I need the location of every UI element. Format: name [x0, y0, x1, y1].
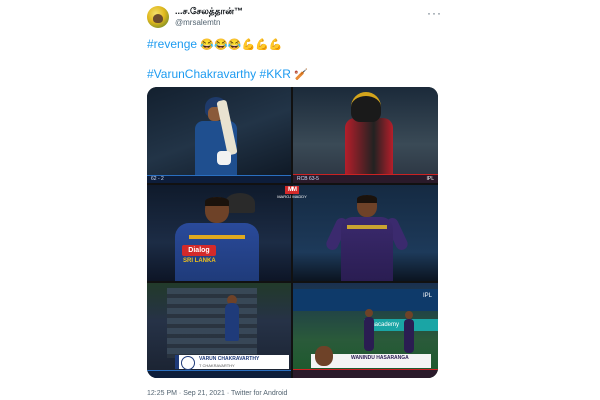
rcb-player-figure — [343, 92, 397, 182]
lower-third-hasaranga: WANINDU HASARANGA — [311, 346, 431, 368]
media-panel-field: IPL unacademy WANINDU HASARANGA — [293, 283, 438, 378]
media-panel-srilanka-player: Dialog SRI LANKA — [147, 185, 291, 281]
scorebar-text: 62 - 2 — [151, 176, 164, 182]
more-options-icon[interactable]: ··· — [427, 6, 442, 20]
lower-third-sub: T CHAKRAVARTHY — [199, 363, 235, 368]
walker-figure — [225, 303, 239, 341]
stadium-board: IPL — [293, 289, 438, 311]
tweet-time[interactable]: 12:25 PM — [147, 390, 177, 397]
media-panel-batsman: 62 - 2 — [147, 87, 291, 183]
watermark-logo: MM — [285, 186, 299, 194]
avatar[interactable] — [147, 6, 169, 28]
board-text: IPL — [422, 293, 432, 299]
media-panel-rcb-player: RCB 63-5 IPL — [293, 87, 438, 183]
media-panel-walkout: VARUN CHAKRAVARTHY T CHAKRAVARTHY — [147, 283, 291, 378]
tweet: ...ச.சேலத்தான்™ @mrsalemtn ··· #revenge … — [0, 0, 600, 400]
players-group — [353, 309, 423, 359]
sponsor-dialog: Dialog — [182, 245, 216, 256]
author-handle[interactable]: @mrsalemtn — [175, 18, 220, 27]
lower-third-varun: VARUN CHAKRAVARTHY T CHAKRAVARTHY — [175, 355, 289, 370]
media-collage[interactable]: 62 - 2 RCB 63-5 IPL Dialog SRI LANKA VAR… — [147, 87, 438, 378]
bcci-logo-icon — [181, 356, 195, 370]
tweet-text-line-1: #revenge 😂😂😂💪💪💪 — [147, 37, 283, 51]
tweet-header: ...ச.சேலத்தான்™ @mrsalemtn ··· — [147, 4, 442, 30]
batsman-figure — [187, 97, 238, 183]
tweet-date[interactable]: Sep 21, 2021 — [183, 390, 225, 397]
hashtag-varunchakravarthy[interactable]: #VarunChakravarthy — [147, 67, 256, 81]
lower-third-name: VARUN CHAKRAVARTHY — [199, 356, 260, 362]
ipl-badge: IPL — [426, 176, 434, 182]
media-panel-kkr-celebration — [293, 185, 438, 281]
scorebar-rcb: RCB 63-5 IPL — [293, 174, 438, 183]
meta-separator-2: · — [226, 390, 230, 397]
jersey-text: SRI LANKA — [183, 258, 216, 264]
author-name[interactable]: ...ச.சேலத்தான்™ — [175, 6, 243, 18]
watermark-text: MAROJ MADDY — [277, 194, 307, 199]
tweet-meta: 12:25 PM · Sep 21, 2021 · Twitter for An… — [147, 390, 287, 397]
hashtag-kkr[interactable]: #KKR — [260, 67, 291, 81]
hashtag-revenge[interactable]: #revenge — [147, 37, 197, 51]
emoji-laugh-strong: 😂😂😂💪💪💪 — [200, 39, 283, 51]
emoji-cricket: 🏏 — [294, 69, 308, 81]
stairs — [167, 288, 257, 358]
player-headshot — [315, 346, 333, 366]
scorebar: 62 - 2 — [147, 175, 291, 183]
scorebar-rcb-text: RCB 63-5 — [297, 176, 319, 182]
watermark: MM MAROJ MADDY — [266, 184, 318, 199]
tweet-text-line-2: #VarunChakravarthy #KKR 🏏 — [147, 67, 308, 81]
srilanka-player-figure — [167, 197, 267, 281]
lower-third-b-name: WANINDU HASARANGA — [351, 355, 409, 361]
kkr-player-figure — [324, 195, 410, 281]
scorebar-bottom-right — [293, 369, 438, 378]
scorebar-bottom-left — [147, 370, 291, 378]
tweet-source[interactable]: Twitter for Android — [231, 390, 287, 397]
meta-separator: · — [178, 390, 182, 397]
